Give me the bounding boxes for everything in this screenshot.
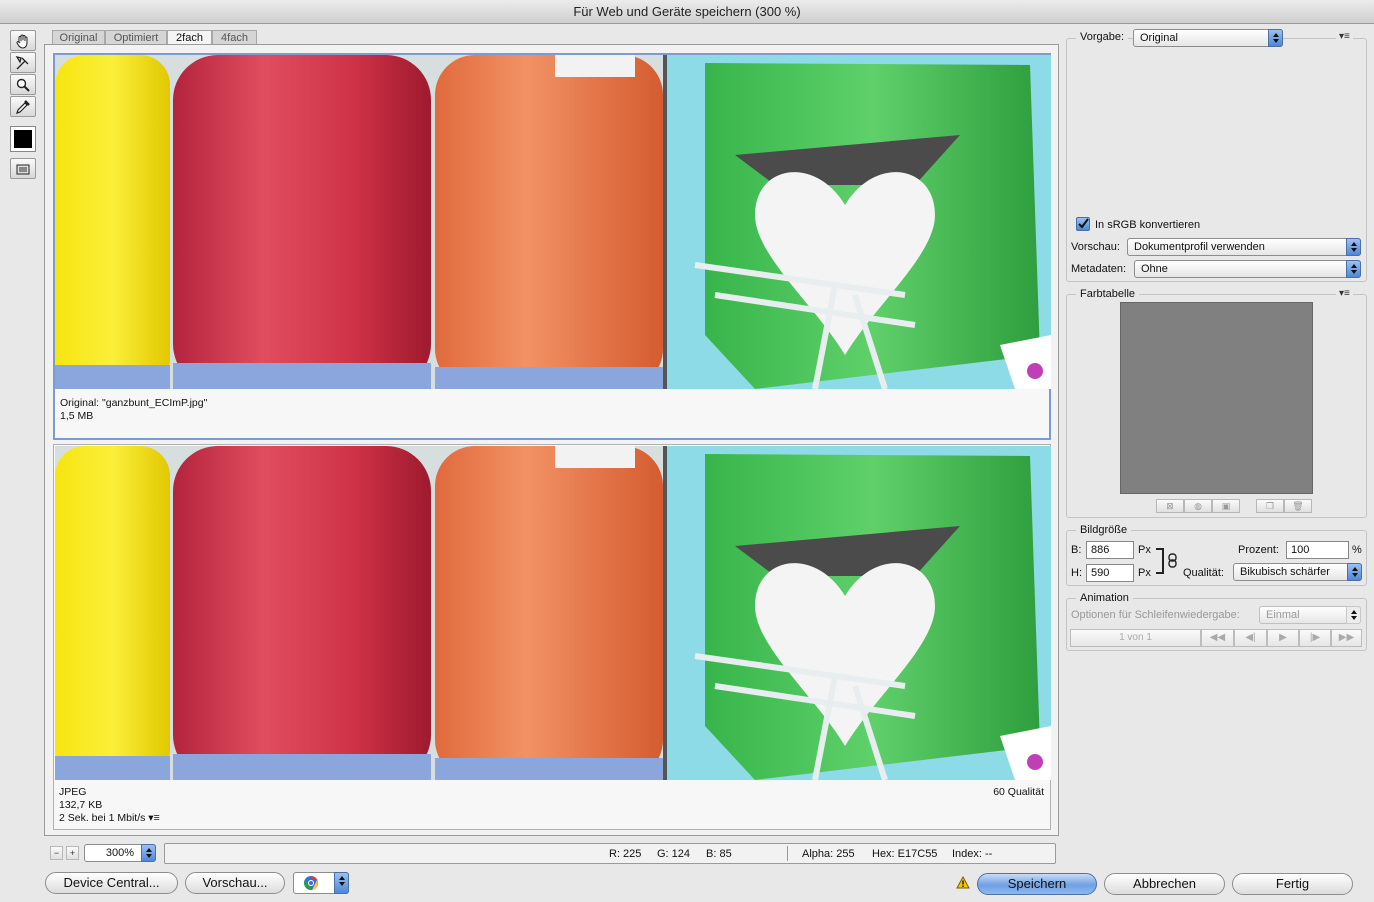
pixel-hex: Hex: E17C55 — [872, 848, 938, 860]
tab-4-up[interactable]: 4fach — [212, 30, 257, 45]
metadata-select-arrow-icon — [1346, 260, 1361, 278]
link-icon[interactable] — [1168, 553, 1177, 571]
color-table-swatch-area[interactable] — [1120, 302, 1313, 494]
hand-tool-icon[interactable] — [10, 30, 36, 51]
percent-label: Prozent: — [1238, 544, 1279, 556]
optimized-preview-pane[interactable]: JPEG 132,7 KB 2 Sek. bei 1 Mbit/s ▾≡ 60 … — [53, 444, 1051, 830]
lock-color-icon[interactable]: ▣ — [1212, 499, 1240, 513]
frame-counter: 1 von 1 — [1070, 629, 1201, 647]
window-title: Für Web und Geräte speichern (300 %) — [0, 0, 1374, 24]
preview-profile-select[interactable]: Dokumentprofil verwenden — [1127, 238, 1361, 256]
original-info: Original: "ganzbunt_ECImP.jpg" 1,5 MB — [60, 397, 207, 423]
zoom-out-button[interactable]: − — [50, 846, 63, 860]
color-table-title: Farbtabelle — [1076, 288, 1140, 300]
eyedropper-color-swatch[interactable] — [10, 126, 36, 152]
divider — [787, 846, 788, 861]
convert-srgb-checkbox[interactable] — [1076, 217, 1090, 231]
next-frame-icon[interactable]: |▶ — [1299, 629, 1331, 647]
animation-title: Animation — [1076, 592, 1133, 604]
zoom-select-arrow-icon — [141, 844, 156, 862]
height-unit: Px — [1138, 567, 1151, 579]
warning-icon — [956, 875, 970, 892]
loop-select[interactable]: Einmal — [1259, 606, 1361, 624]
resample-quality-select[interactable]: Bikubisch schärfer — [1233, 563, 1362, 581]
optimized-quality: 60 Qualität — [993, 786, 1044, 798]
pixel-r: R: 225 — [609, 848, 642, 860]
browser-select[interactable] — [293, 872, 349, 894]
color-table-menu-icon[interactable]: ▾≡ — [1336, 288, 1353, 299]
save-button[interactable]: Speichern — [977, 873, 1097, 895]
loop-select-arrow-icon — [1346, 606, 1361, 624]
zoom-tool-icon[interactable] — [10, 74, 36, 95]
percent-input[interactable]: 100 — [1286, 541, 1349, 559]
optimized-download-time: 2 Sek. bei 1 Mbit/s ▾≡ — [59, 812, 160, 824]
metadata-select[interactable]: Ohne — [1134, 260, 1361, 278]
new-color-icon[interactable]: ❐ — [1256, 499, 1284, 513]
tab-optimized[interactable]: Optimiert — [105, 30, 167, 45]
quality-label: Qualität: — [1183, 567, 1224, 579]
original-preview-pane[interactable]: Original: "ganzbunt_ECImP.jpg" 1,5 MB — [53, 53, 1051, 440]
height-input[interactable]: 590 — [1086, 564, 1134, 582]
metadata-label: Metadaten: — [1071, 263, 1127, 275]
toggle-slices-icon[interactable] — [10, 158, 36, 179]
pixel-b: B: 85 — [706, 848, 732, 860]
convert-srgb-label: In sRGB konvertieren — [1095, 219, 1201, 231]
original-filesize: 1,5 MB — [60, 410, 94, 422]
pixel-g: G: 124 — [657, 848, 691, 860]
zoom-in-button[interactable]: + — [66, 846, 79, 860]
status-bar: − + 300% R: 225 G: 124 B: 85 Alpha: 255 … — [44, 842, 1059, 866]
pixel-index: Index: -- — [952, 848, 993, 860]
pixel-alpha: Alpha: 255 — [802, 848, 855, 860]
optimized-preview-image[interactable] — [55, 446, 1051, 780]
preview-button[interactable]: Vorschau... — [185, 872, 285, 894]
tab-2-up[interactable]: 2fach — [167, 30, 212, 45]
checkmark-icon — [1078, 218, 1089, 229]
pixel-info-box: R: 225 G: 124 B: 85 Alpha: 255 Hex: E17C… — [164, 843, 1056, 864]
original-filename: Original: "ganzbunt_ECImP.jpg" — [60, 397, 208, 409]
device-central-button[interactable]: Device Central... — [45, 872, 178, 894]
constrain-bracket — [1156, 548, 1164, 574]
previous-frame-icon[interactable]: ◀| — [1234, 629, 1267, 647]
resample-select-arrow-icon — [1347, 563, 1362, 581]
slice-select-tool-icon[interactable] — [10, 52, 36, 73]
web-snap-icon[interactable]: ◍ — [1184, 499, 1212, 513]
original-preview-image[interactable] — [55, 55, 1051, 389]
preset-label: Vorgabe: — [1076, 31, 1129, 43]
preview-select-arrow-icon — [1346, 238, 1361, 256]
browser-icon — [304, 876, 318, 891]
download-speed-menu-icon[interactable]: ▾≡ — [148, 812, 159, 824]
preset-select-arrow-icon — [1268, 29, 1283, 47]
eyedropper-tool-icon[interactable] — [10, 96, 36, 117]
percent-unit: % — [1352, 544, 1362, 556]
tab-original[interactable]: Original — [52, 30, 105, 45]
animation-controls: 1 von 1 ◀◀ ◀| ▶ |▶ ▶▶ — [1070, 629, 1362, 647]
zoom-select[interactable]: 300% — [84, 844, 156, 862]
browser-select-arrow-icon — [334, 872, 349, 894]
height-label: H: — [1071, 567, 1082, 579]
preset-select[interactable]: Original — [1133, 29, 1283, 47]
width-input[interactable]: 886 — [1086, 541, 1134, 559]
first-frame-icon[interactable]: ◀◀ — [1201, 629, 1234, 647]
image-size-title: Bildgröße — [1076, 524, 1132, 536]
map-transparent-icon[interactable]: ⊠ — [1156, 499, 1184, 513]
done-button[interactable]: Fertig — [1232, 873, 1353, 895]
optimized-format: JPEG — [59, 786, 87, 798]
preview-area: Original: "ganzbunt_ECImP.jpg" 1,5 MB JP… — [44, 44, 1059, 836]
last-frame-icon[interactable]: ▶▶ — [1331, 629, 1362, 647]
cancel-button[interactable]: Abbrechen — [1104, 873, 1225, 895]
loop-options-label: Optionen für Schleifenwiedergabe: — [1071, 609, 1240, 621]
preview-label: Vorschau: — [1071, 241, 1120, 253]
trash-icon[interactable]: 🗑 — [1284, 499, 1312, 513]
optimized-filesize: 132,7 KB — [59, 799, 103, 811]
optimized-info: JPEG 132,7 KB 2 Sek. bei 1 Mbit/s ▾≡ — [59, 786, 160, 825]
preset-menu-icon[interactable]: ▾≡ — [1336, 31, 1353, 42]
play-icon[interactable]: ▶ — [1267, 629, 1299, 647]
width-label: B: — [1071, 544, 1082, 556]
width-unit: Px — [1138, 544, 1151, 556]
